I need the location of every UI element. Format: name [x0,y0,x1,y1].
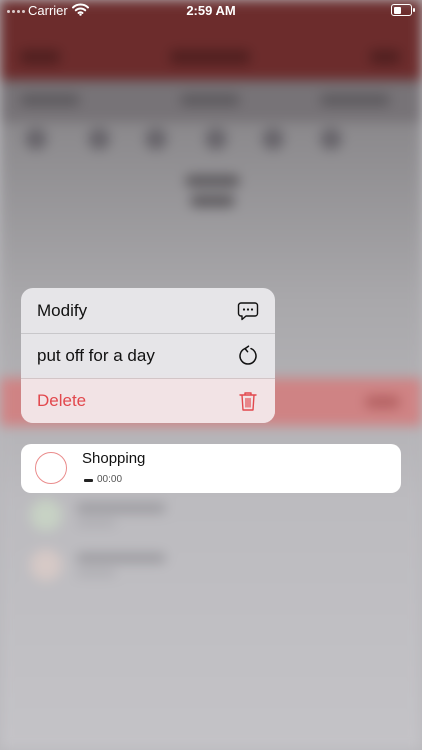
refresh-icon [237,345,259,367]
delete-label: Delete [37,391,87,410]
modify-label: Modify [37,300,88,320]
trash-icon [237,390,259,412]
task-time: 00:00 [97,474,123,485]
delete-menu-item[interactable]: Delete [21,378,275,423]
status-bar: Carrier 2:59 AM [0,0,422,22]
status-time: 2:59 AM [186,3,236,18]
task-complete-checkbox[interactable] [35,452,67,484]
dash-icon [84,479,93,482]
put-off-label: put off for a day [37,346,155,365]
task-title: Shopping [82,450,146,467]
message-bubble-icon [237,300,259,322]
task-card[interactable]: Shopping 00:00 [21,444,401,493]
background-tabs [0,80,422,122]
put-off-menu-item[interactable]: put off for a day [21,333,275,378]
modify-menu-item[interactable]: Modify [21,288,275,333]
context-menu: Modify put off for a day Delete [21,288,275,423]
battery-icon [391,4,415,16]
